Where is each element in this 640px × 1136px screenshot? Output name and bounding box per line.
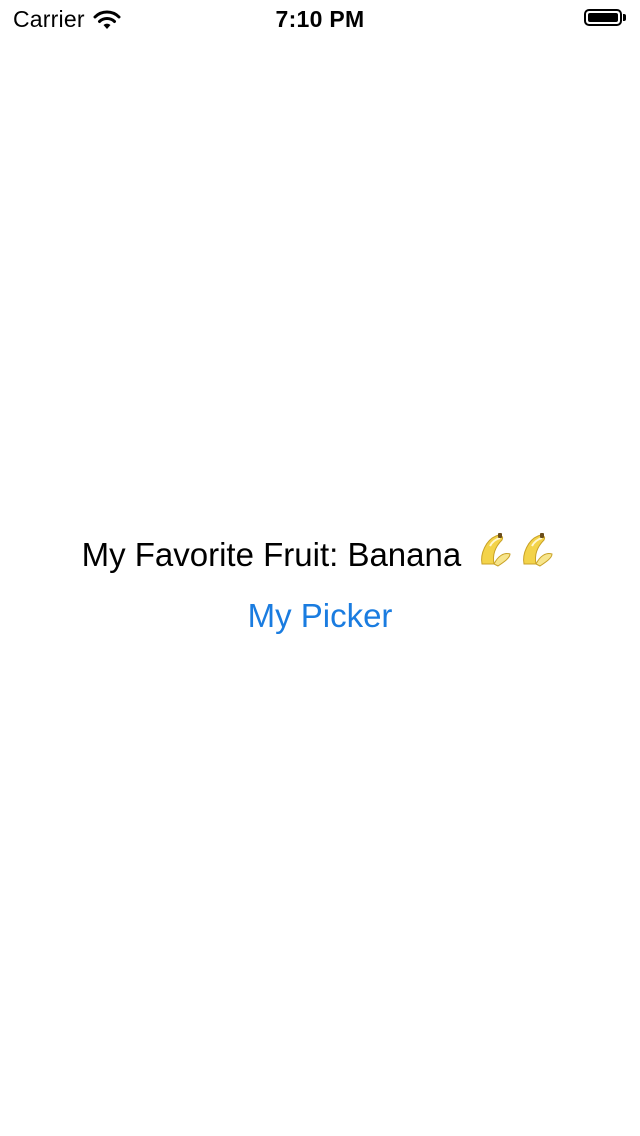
status-bar: Carrier 7:10 PM [0, 0, 640, 40]
favorite-fruit-label: My Favorite Fruit: Banana [81, 536, 462, 573]
battery-level-fill [588, 13, 618, 22]
favorite-fruit-row: My Favorite Fruit: Banana [0, 530, 640, 580]
banana-icon [474, 530, 558, 584]
status-time: 7:10 PM [275, 6, 365, 32]
battery-icon [584, 9, 626, 26]
main-content: My Favorite Fruit: Banana My Picker [0, 530, 640, 638]
battery-body [584, 9, 622, 26]
my-picker-button[interactable]: My Picker [248, 594, 393, 638]
app-screen: Carrier 7:10 PM My Favorite Fruit: Banan… [0, 0, 640, 1136]
battery-cap [623, 14, 626, 21]
